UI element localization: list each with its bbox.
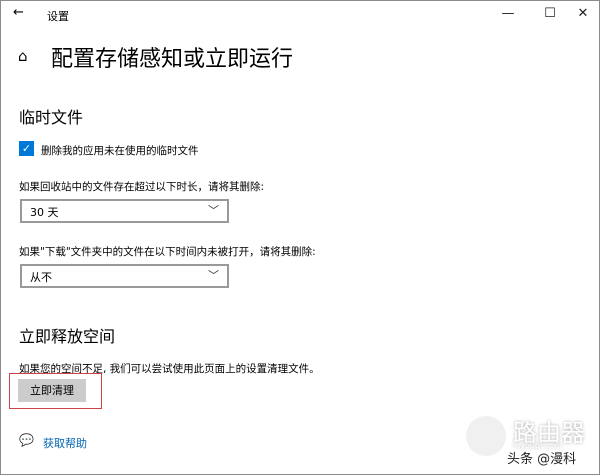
delete-temp-files-checkbox[interactable]: ✓ — [19, 141, 34, 156]
chevron-down-icon: ﹀ — [208, 269, 219, 282]
chevron-down-icon: ﹀ — [208, 204, 219, 217]
back-icon[interactable]: ← — [13, 5, 24, 20]
dropdown-value: 30 天 — [30, 206, 59, 219]
window-title: 设置 — [47, 10, 69, 23]
watermark-logo — [466, 416, 506, 456]
free-space-heading: 立即释放空间 — [19, 327, 116, 346]
dropdown-value: 从不 — [30, 271, 52, 284]
minimize-button[interactable]: — — [498, 5, 518, 23]
help-icon: 💬 — [19, 433, 34, 447]
recycle-bin-label: 如果回收站中的文件存在超过以下时长，请将其删除: — [19, 181, 265, 193]
downloads-label: 如果"下载"文件夹中的文件在以下时间内未被打开，请将其删除: — [19, 246, 316, 258]
page-title: 配置存储感知或立即运行 — [51, 47, 294, 72]
recycle-bin-dropdown[interactable]: 30 天 ﹀ — [20, 199, 229, 223]
get-help-link[interactable]: 获取帮助 — [43, 435, 87, 451]
checkmark-icon: ✓ — [21, 142, 32, 155]
downloads-dropdown[interactable]: 从不 ﹀ — [20, 264, 229, 288]
temp-files-heading: 临时文件 — [19, 108, 84, 127]
checkbox-label[interactable]: 删除我的应用未在使用的临时文件 — [41, 143, 199, 158]
close-button[interactable]: ✕ — [573, 5, 593, 23]
clean-now-button[interactable]: 立即清理 — [18, 379, 86, 402]
home-icon[interactable]: ⌂ — [18, 47, 28, 65]
maximize-button[interactable]: ☐ — [540, 5, 560, 23]
watermark-credit: 头条 @漫科 — [507, 452, 577, 467]
